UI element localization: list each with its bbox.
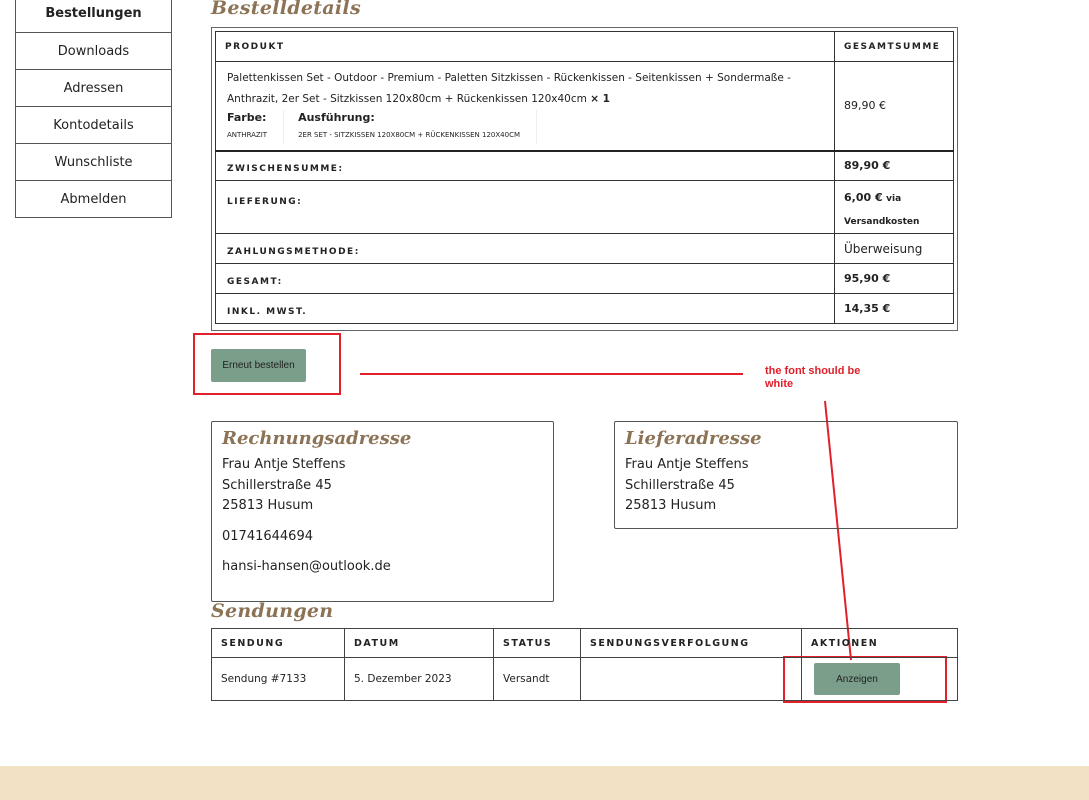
billing-street: Schillerstraße 45 — [222, 477, 332, 493]
billing-email: hansi-hansen@outlook.de — [222, 559, 391, 574]
subtotal-label: ZWISCHENSUMME: — [227, 164, 344, 175]
sidebar-item-wishlist[interactable]: Wunschliste — [16, 143, 171, 180]
account-sidebar: Bestellungen Downloads Adressen Kontodet… — [15, 0, 172, 218]
product-price: 89,90 € — [834, 61, 954, 151]
shipping-address-box: Lieferadresse Frau Antje Steffens Schill… — [614, 421, 958, 529]
shipment-id: Sendung #7133 — [211, 657, 345, 701]
shipment-tracking — [580, 657, 802, 701]
shipping-street: Schillerstraße 45 — [625, 477, 735, 493]
order-details-title: Bestelldetails — [211, 0, 361, 19]
sidebar-item-addresses[interactable]: Adressen — [16, 69, 171, 106]
payment-method-label: ZAHLUNGSMETHODE: — [227, 247, 360, 257]
meta-color: Farbe: ANTHRAZIT — [227, 110, 285, 144]
billing-address-box: Rechnungsadresse Frau Antje Steffens Sch… — [211, 421, 554, 602]
meta-color-key: Farbe: — [227, 111, 267, 124]
annotation-box-reorder — [193, 333, 341, 395]
col-header-date: DATUM — [344, 628, 494, 658]
product-link[interactable]: Palettenkissen Set - Outdoor - Premium -… — [227, 72, 791, 105]
meta-variant-value: 2ER SET - SITZKISSEN 120X80CM + RÜCKENKI… — [298, 131, 521, 139]
sidebar-item-account-details[interactable]: Kontodetails — [16, 106, 171, 143]
shipment-status: Versandt — [493, 657, 581, 701]
shipping-method: Versandkosten — [844, 217, 920, 227]
meta-color-value: ANTHRAZIT — [227, 131, 268, 139]
shipments-title: Sendungen — [211, 600, 334, 622]
col-header-shipment: SENDUNG — [211, 628, 345, 658]
shipment-actions: Anzeigen — [801, 657, 958, 701]
col-header-tracking: SENDUNGSVERFOLGUNG — [580, 628, 802, 658]
shipping-value: 6,00 € via Versandkosten — [834, 180, 954, 234]
col-header-status: STATUS — [493, 628, 581, 658]
billing-city: 25813 Husum — [222, 498, 314, 513]
vat-label: INKL. MWST. — [227, 307, 308, 317]
col-header-total: GESAMTSUMME — [834, 31, 954, 62]
sidebar-item-logout[interactable]: Abmelden — [16, 180, 171, 217]
billing-name: Frau Antje Steffens — [222, 457, 346, 472]
shipping-address-title: Lieferadresse — [625, 428, 762, 449]
billing-phone: 01741644694 — [222, 528, 313, 544]
payment-method-value: Überweisung — [834, 233, 954, 264]
shipping-amount: 6,00 € — [844, 191, 883, 204]
order-details-table: PRODUKT GESAMTSUMME Palettenkissen Set -… — [215, 31, 954, 324]
total-value: 95,90 € — [834, 263, 954, 294]
product-cell: Palettenkissen Set - Outdoor - Premium -… — [215, 61, 835, 151]
annotation-text: the font should be white — [765, 365, 861, 390]
subtotal-value: 89,90 € — [834, 149, 954, 181]
shipping-city: 25813 Husum — [625, 498, 717, 513]
product-meta: Farbe: ANTHRAZIT Ausführung: 2ER SET - S… — [227, 110, 823, 144]
show-shipment-button[interactable]: Anzeigen — [814, 663, 900, 695]
sidebar-item-orders[interactable]: Bestellungen — [16, 0, 171, 32]
shipments-table: SENDUNG DATUM STATUS SENDUNGSVERFOLGUNG … — [211, 628, 958, 701]
total-label: GESAMT: — [227, 277, 283, 287]
shipment-date: 5. Dezember 2023 — [344, 657, 494, 701]
shipping-via: via — [886, 194, 902, 204]
billing-address-title: Rechnungsadresse — [222, 428, 412, 449]
shipping-name: Frau Antje Steffens — [625, 457, 749, 472]
page-footer — [0, 766, 1089, 800]
annotation-line-horizontal — [360, 373, 743, 375]
col-header-product: PRODUKT — [215, 31, 835, 62]
shipping-label: LIEFERUNG: — [227, 197, 303, 207]
order-details-box: PRODUKT GESAMTSUMME Palettenkissen Set -… — [211, 27, 958, 331]
col-header-actions: AKTIONEN — [801, 628, 958, 658]
table-row: Sendung #7133 5. Dezember 2023 Versandt … — [211, 657, 958, 701]
vat-value: 14,35 € — [834, 293, 954, 324]
meta-variant-key: Ausführung: — [298, 111, 375, 124]
meta-variant: Ausführung: 2ER SET - SITZKISSEN 120X80C… — [298, 110, 538, 144]
sidebar-item-downloads[interactable]: Downloads — [16, 32, 171, 69]
product-quantity: × 1 — [590, 93, 610, 105]
